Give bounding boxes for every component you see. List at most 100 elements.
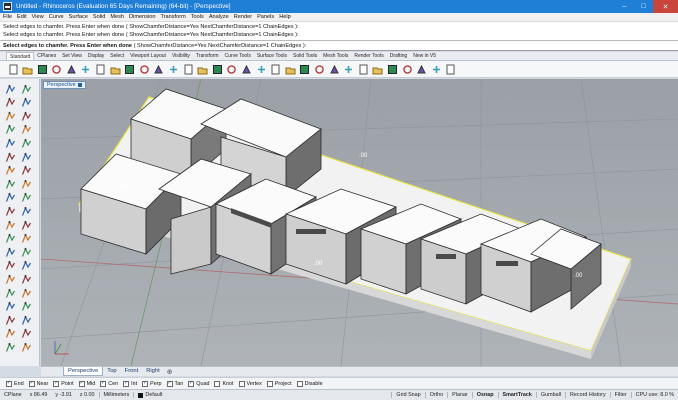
osnap-checkbox[interactable]	[266, 380, 273, 387]
cplane-label[interactable]: CPlane	[0, 392, 26, 398]
array-tool-icon[interactable]	[20, 287, 33, 299]
tab-transform[interactable]: Transform	[193, 52, 222, 60]
menu-surface[interactable]: Surface	[69, 14, 88, 20]
maximize-button[interactable]: □	[634, 0, 653, 13]
tab-render-tools[interactable]: Render Tools	[351, 52, 386, 60]
menu-solid[interactable]: Solid	[93, 14, 105, 20]
render-tool-icon[interactable]	[4, 341, 17, 353]
four-viewports-icon[interactable]	[255, 63, 267, 75]
split-tool-icon[interactable]	[20, 260, 33, 272]
point-tool-icon[interactable]	[20, 83, 33, 95]
minimize-button[interactable]: –	[615, 0, 634, 13]
circle-tool-icon[interactable]	[4, 110, 17, 122]
hide-tool-icon[interactable]	[20, 314, 33, 326]
open-icon[interactable]	[22, 63, 34, 75]
tab-mesh-tools[interactable]: Mesh Tools	[320, 52, 351, 60]
osnap-tan[interactable]: ✓ Tan	[166, 380, 183, 387]
text-tool-icon[interactable]	[4, 301, 17, 313]
osnap-checkbox[interactable]	[214, 380, 221, 387]
osnap-toggle[interactable]: Osnap	[471, 392, 498, 398]
shade-icon[interactable]	[401, 63, 413, 75]
osnap-knot[interactable]: Knot	[214, 380, 234, 387]
osnap-cen[interactable]: ✓ Cen	[100, 380, 118, 387]
tab-surface-tools[interactable]: Surface Tools	[254, 52, 290, 60]
help-icon[interactable]	[430, 63, 442, 75]
osnap-checkbox[interactable]	[238, 380, 245, 387]
command-prompt[interactable]: Select edges to chamfer. Press Enter whe…	[0, 41, 678, 51]
explode-tool-icon[interactable]	[20, 273, 33, 285]
curve-icon[interactable]	[313, 63, 325, 75]
layer-tool-icon[interactable]	[4, 314, 17, 326]
paste-icon[interactable]	[109, 63, 121, 75]
mesh-tool-icon[interactable]	[4, 219, 17, 231]
scale-tool-icon[interactable]	[20, 246, 33, 258]
surface-tool-icon[interactable]	[4, 178, 17, 190]
group-tool-icon[interactable]	[4, 287, 17, 299]
osnap-checkbox[interactable]: ✓	[6, 380, 12, 387]
tab-cplanes[interactable]: CPlanes	[34, 52, 59, 60]
copy-icon[interactable]	[95, 63, 107, 75]
osnap-end[interactable]: ✓ End	[6, 380, 24, 387]
tab-perspective[interactable]: Perspective	[63, 367, 104, 376]
filter-toggle[interactable]: Filter	[609, 392, 631, 398]
pan-icon[interactable]	[153, 63, 165, 75]
rotate-tool-icon[interactable]	[4, 246, 17, 258]
osnap-vertex[interactable]: Vertex	[238, 380, 262, 387]
tab-solid-tools[interactable]: Solid Tools	[290, 52, 320, 60]
boolean-tool-icon[interactable]	[20, 205, 33, 217]
menu-transform[interactable]: Transform	[160, 14, 185, 20]
osnap-checkbox[interactable]: ✓	[123, 380, 130, 387]
menu-curve[interactable]: Curve	[49, 14, 64, 20]
rectangle-tool-icon[interactable]	[4, 124, 17, 136]
freeform-tool-icon[interactable]	[4, 151, 17, 163]
tab-new-in-v5[interactable]: New in V5	[410, 52, 439, 60]
offset-tool-icon[interactable]	[4, 165, 17, 177]
check-tool-icon[interactable]	[20, 328, 33, 340]
menu-file[interactable]: File	[3, 14, 12, 20]
osnap-checkbox[interactable]: ✓	[166, 380, 173, 387]
tab-curve-tools[interactable]: Curve Tools	[222, 52, 254, 60]
fillet-tool-icon[interactable]	[20, 151, 33, 163]
current-layer[interactable]: Default	[133, 392, 166, 398]
move-tool-icon[interactable]	[4, 233, 17, 245]
extrude-tool-icon[interactable]	[4, 205, 17, 217]
menu-view[interactable]: View	[32, 14, 44, 20]
cut-icon[interactable]	[80, 63, 92, 75]
osnap-disable[interactable]: Disable	[296, 380, 323, 387]
perspective-viewport[interactable]: .00 .00 .00 .00 Perspective	[41, 79, 678, 366]
print-icon[interactable]	[51, 63, 63, 75]
lights-icon[interactable]	[343, 63, 355, 75]
box-tool-icon[interactable]	[4, 192, 17, 204]
viewport-menu-icon[interactable]	[77, 83, 82, 87]
tab-display[interactable]: Display	[85, 52, 107, 60]
tab-right[interactable]: Right	[142, 367, 164, 376]
add-viewport-tab-icon[interactable]: ⊕	[167, 368, 173, 376]
options-icon[interactable]	[416, 63, 428, 75]
osnap-checkbox[interactable]	[296, 380, 303, 387]
record-history-toggle[interactable]: Record History	[565, 392, 610, 398]
tab-set-view[interactable]: Set View	[59, 52, 85, 60]
polygon-tool-icon[interactable]	[20, 137, 33, 149]
rotate-view-icon[interactable]	[168, 63, 180, 75]
undo-view-icon[interactable]	[241, 63, 253, 75]
prompt-options[interactable]: ( ShowChamferDistance=Yes NextChamferDis…	[134, 43, 307, 49]
menu-help[interactable]: Help	[279, 14, 291, 20]
tab-front[interactable]: Front	[121, 367, 143, 376]
tab-viewport-layout[interactable]: Viewport Layout	[127, 52, 169, 60]
osnap-near[interactable]: ✓ Near	[28, 380, 48, 387]
extend-tool-icon[interactable]	[20, 165, 33, 177]
menu-render[interactable]: Render	[234, 14, 252, 20]
osnap-checkbox[interactable]: ✓	[188, 380, 195, 387]
line-tool-icon[interactable]	[20, 97, 33, 109]
menu-mesh[interactable]: Mesh	[110, 14, 124, 20]
new-icon[interactable]	[7, 63, 19, 75]
osnap-quad[interactable]: ✓ Quad	[188, 380, 209, 387]
tab-drafting[interactable]: Drafting	[387, 52, 411, 60]
material-tool-icon[interactable]	[20, 341, 33, 353]
tab-standard[interactable]: Standard	[6, 52, 35, 60]
loft-tool-icon[interactable]	[20, 178, 33, 190]
smarttrack-toggle[interactable]: SmartTrack	[497, 392, 536, 398]
polyline-tool-icon[interactable]	[4, 97, 17, 109]
redo-icon[interactable]	[138, 63, 150, 75]
render-icon[interactable]	[372, 63, 384, 75]
